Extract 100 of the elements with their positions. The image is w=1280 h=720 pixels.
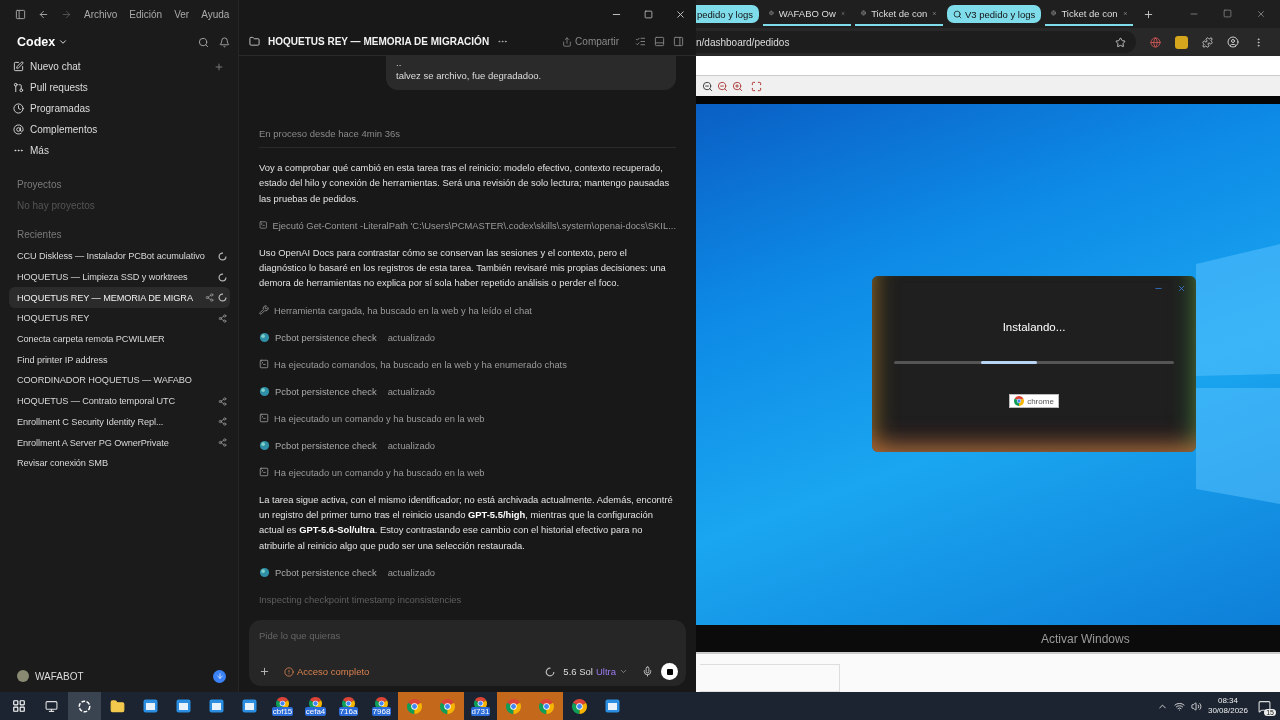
clock-icon: [13, 103, 24, 114]
plugin-name: Pcbot persistence check: [275, 330, 377, 345]
assistant-paragraph: La tarea sigue activa, con el mismo identificador; no está archivada actualmente. Además, encontré un registro del primer turno tras el reinicio usando GPT-5.5/high, mientras que la configuración actual es GPT-5.6-Sol/ultra. Estoy contrastando ese cambio con el historial efectivo para no atribuirle al reinicio algo que pudo ser una selección restaurada.: [259, 492, 674, 553]
section-heading: Proyectos: [16, 178, 63, 192]
bookmark-star-icon[interactable]: [1115, 36, 1126, 48]
installer-title: Instalando...: [1002, 321, 1066, 333]
zoom-out-icon[interactable]: [717, 80, 728, 92]
add-icon[interactable]: [214, 61, 224, 72]
windows-logo-icon: [11, 699, 26, 713]
workspace-switcher[interactable]: Codex: [17, 35, 69, 49]
menu-item[interactable]: Archivo: [84, 8, 118, 20]
action-text: Ha ejecutado un comando y ha buscado en la web: [274, 465, 485, 480]
user-name: WAFABOT: [35, 670, 84, 682]
status-text: En proceso desde hace 4min 36s: [259, 128, 676, 148]
nav-item[interactable]: Complementos: [9, 119, 230, 140]
menu-item[interactable]: Edición: [129, 8, 163, 20]
chat-list-item[interactable]: HOQUETUS — Contrato temporal UTC: [9, 390, 230, 412]
nav-item[interactable]: Nuevo chat: [9, 56, 230, 77]
action-text: Ha ejecutado un comando y ha buscado en la web: [274, 411, 485, 426]
stop-button[interactable]: [661, 663, 678, 680]
search-icon[interactable]: [198, 36, 209, 48]
model-selector[interactable]: 5.6 Sol Ultra: [563, 666, 628, 677]
add-icon[interactable]: [259, 666, 270, 677]
sidebar-toggle-icon[interactable]: [15, 8, 26, 20]
app-window-icon: [605, 699, 620, 713]
share-button[interactable]: Compartir: [562, 36, 619, 47]
assistant-paragraph: Uso OpenAI Docs para contrastar cómo se conservan las sesiones y el contexto, pero el diagnóstico lo basaré en los registros de esta tarea. También revisaré mis propias decisiones: una demora de herramientas no explica por sí sola haber repetido análisis o perder el foco.: [259, 245, 667, 291]
bell-icon[interactable]: [219, 36, 230, 48]
extension-icon[interactable]: [1175, 35, 1188, 49]
fit-screen-icon[interactable]: [751, 80, 762, 92]
maximize-icon[interactable]: [1223, 9, 1232, 18]
browser-tab[interactable]: Ticket de con: [1061, 7, 1118, 19]
tab-group-label[interactable]: pedido y logs: [696, 5, 759, 23]
profile-icon[interactable]: [1227, 36, 1239, 48]
access-button[interactable]: Acceso completo: [284, 666, 370, 677]
plugin-name: Pcbot persistence check: [275, 565, 377, 580]
app-window-icon: [143, 699, 158, 713]
chat-list-item[interactable]: CCU Diskless — Instalador PCBot acumulativo: [9, 246, 230, 267]
at-sign-icon: [13, 124, 24, 135]
address-bar[interactable]: n/dashboard/pedidos: [696, 31, 1136, 53]
volume-icon[interactable]: [1190, 700, 1202, 712]
globe-icon: [1051, 8, 1057, 18]
taskbar-button[interactable]: cbf15: [266, 692, 299, 720]
chat-list-item[interactable]: Revisar conexión SMB: [9, 452, 230, 474]
chat-list-item[interactable]: Enrollment C Security Identity Repl...: [9, 411, 230, 433]
menu-item[interactable]: Ayuda: [201, 8, 230, 20]
zoom-out-icon[interactable]: [702, 80, 713, 92]
terminal-icon: [259, 467, 269, 478]
terminal-icon: [259, 220, 268, 231]
browser-tab[interactable]: Ticket de con: [871, 7, 928, 19]
chevron-down-icon: [58, 37, 69, 47]
nav-item[interactable]: Programadas: [9, 98, 230, 119]
tab-group-label[interactable]: V3 pedido y logs: [947, 5, 1042, 23]
microphone-icon[interactable]: [642, 666, 653, 677]
chat-list-item[interactable]: Conecta carpeta remota PCWILMER: [9, 328, 230, 350]
back-arrow-icon[interactable]: [38, 8, 49, 20]
chat-list-item[interactable]: Find printer IP address: [9, 349, 230, 371]
zoom-in-icon[interactable]: [732, 80, 743, 92]
bottom-panel-icon[interactable]: [654, 36, 665, 47]
taskbar-button[interactable]: d731: [464, 692, 497, 720]
app-window-icon: [209, 699, 224, 713]
terminal-icon: [259, 413, 269, 424]
nav-item[interactable]: Pull requests: [9, 77, 230, 98]
section-heading: Recientes: [16, 228, 63, 242]
extension-icon[interactable]: [1150, 36, 1161, 48]
action-text: Ha ejecutado comandos, ha buscado en la web y ha enumerado chats: [274, 357, 567, 372]
alert-icon: [284, 666, 294, 677]
user-message: .. talvez se archivo, fue degradadoo.: [386, 56, 676, 90]
status-label: actualizado: [387, 330, 436, 345]
download-icon[interactable]: [213, 669, 226, 683]
app-window-icon: [242, 699, 257, 713]
chrome-icon: [506, 698, 521, 714]
new-tab-icon[interactable]: [1143, 8, 1155, 20]
plugin-icon: [259, 385, 270, 397]
network-icon[interactable]: [1173, 700, 1185, 712]
chat-list-item[interactable]: Enrollment A Server PG OwnerPrivate: [9, 432, 230, 453]
maximize-icon[interactable]: [644, 9, 653, 19]
action-text: Herramienta cargada, ha buscado en la web y ha leído el chat: [274, 303, 532, 318]
chat-list-item[interactable]: HOQUETUS REY — MEMORIA DE MIGRA: [9, 287, 230, 309]
checklist-icon[interactable]: [635, 36, 646, 47]
wrench-icon: [259, 305, 269, 316]
chrome-icon: [572, 698, 587, 714]
extensions-icon[interactable]: [1202, 36, 1213, 48]
menu-item[interactable]: Ver: [174, 8, 190, 20]
chat-list-item[interactable]: COORDINADOR HOQUETUS — WAFABO: [9, 370, 230, 391]
chat-list-item[interactable]: HOQUETUS — Limpieza SSD y worktrees: [9, 266, 230, 288]
close-icon[interactable]: [675, 8, 686, 20]
chat-list-item[interactable]: HOQUETUS REY: [9, 308, 230, 329]
taskbar-button[interactable]: [68, 692, 101, 720]
taskbar-button[interactable]: 716a: [332, 692, 365, 720]
clock[interactable]: 08:34 30/08/2026: [1207, 696, 1248, 716]
taskbar-button[interactable]: 7968: [365, 692, 398, 720]
browser-tab[interactable]: WAFABO Ow: [778, 7, 836, 19]
nav-item[interactable]: Más: [9, 140, 230, 161]
globe-icon: [861, 8, 867, 18]
side-panel-icon[interactable]: [673, 36, 684, 47]
folder-icon: [110, 698, 125, 714]
status-label: actualizado: [387, 438, 436, 453]
status-label: actualizado: [387, 384, 436, 399]
taskbar-button[interactable]: cefa4: [299, 692, 332, 720]
